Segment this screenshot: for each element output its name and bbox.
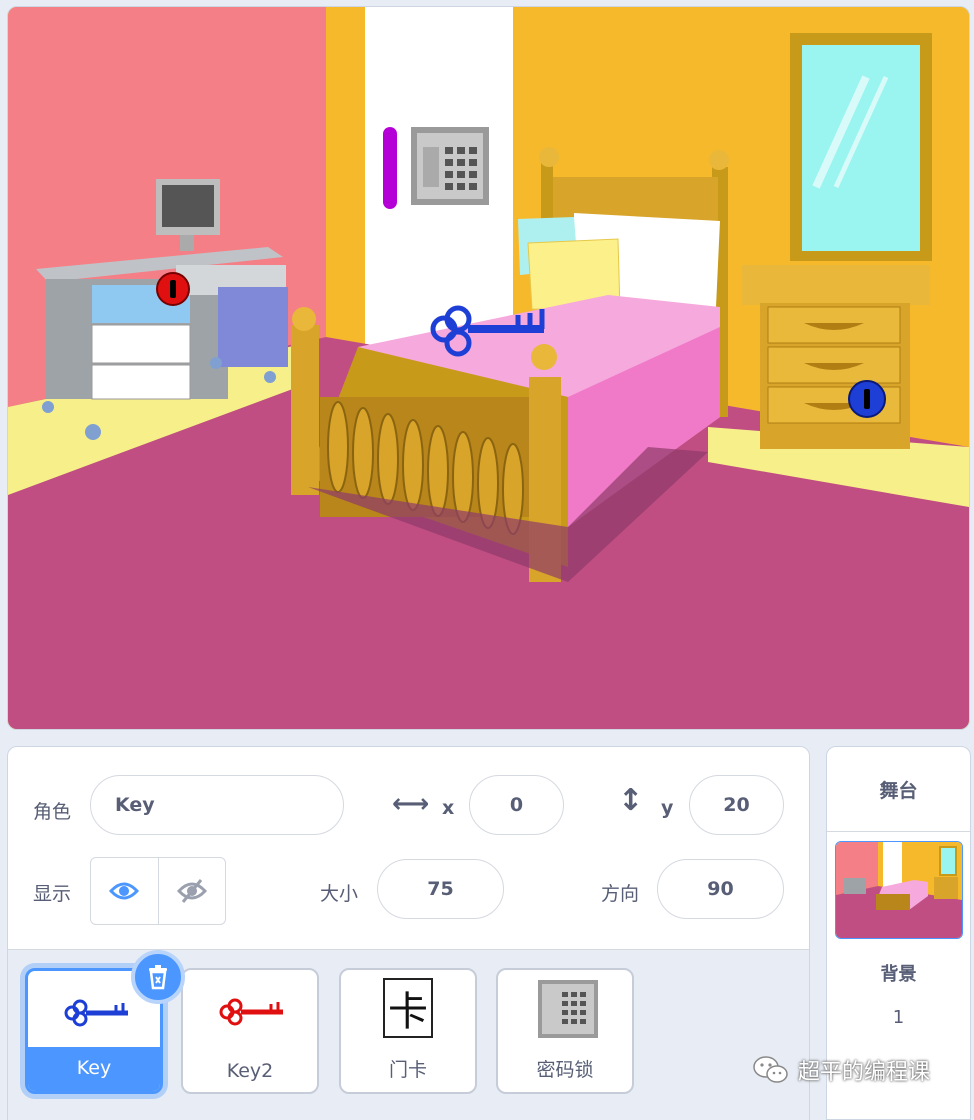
backdrop-count: 1 [892, 1007, 905, 1028]
y-input[interactable]: 20 [689, 775, 784, 835]
wechat-icon [753, 1056, 788, 1083]
stage-title: 舞台 [827, 747, 970, 832]
show-button[interactable] [91, 858, 158, 924]
direction-label: 方向 [601, 883, 640, 905]
sprite-name-input[interactable]: Key [90, 775, 344, 835]
blue-lock-sprite[interactable] [848, 380, 886, 418]
direction-input[interactable]: 90 [657, 859, 784, 919]
sprite-tile-name: 密码锁 [536, 1059, 594, 1081]
show-label: 显示 [33, 883, 72, 905]
keypad-thumbnail [538, 980, 598, 1038]
size-input[interactable]: 75 [377, 859, 504, 919]
sprite-tile-name: Key2 [226, 1060, 274, 1082]
card-glyph: 卡 [383, 978, 433, 1038]
stage-canvas[interactable] [7, 6, 970, 730]
sprite-name-label: 角色 [33, 801, 72, 823]
eye-icon [109, 882, 140, 900]
x-input[interactable]: 0 [469, 775, 564, 835]
sprite-tile-key2[interactable]: Key2 [181, 968, 319, 1094]
sprite-list: Key Key2 卡 门卡 密码锁 [8, 949, 809, 1120]
red-lock-sprite[interactable] [156, 272, 190, 306]
x-label: x [442, 797, 455, 819]
sprite-tile-keypad[interactable]: 密码锁 [496, 968, 634, 1094]
size-label: 大小 [320, 883, 359, 905]
sprite-info-panel: 角色 Key ⟷ x 0 ↕ y 20 显示 大小 75 方向 90 Key K… [7, 746, 810, 1120]
backdrop-thumbnail[interactable] [835, 841, 963, 939]
arrows-horizontal-icon: ⟷ [392, 789, 430, 819]
sprite-tile-name: Key [28, 1047, 160, 1091]
arrows-vertical-icon: ↕ [618, 783, 644, 818]
watermark: 超平的编程课 [752, 1054, 930, 1086]
sprite-tile-name: 门卡 [388, 1059, 427, 1081]
trash-icon [149, 965, 167, 990]
red-key-thumbnail [219, 998, 283, 1026]
watermark-text: 超平的编程课 [798, 1060, 931, 1085]
visibility-toggle [90, 857, 226, 925]
y-label: y [661, 797, 674, 819]
delete-sprite-button[interactable] [131, 950, 185, 1004]
eye-off-icon [176, 879, 207, 903]
keypad-lock-sprite[interactable] [411, 127, 489, 205]
hide-button[interactable] [157, 858, 226, 924]
backdrop-label: 背景 [880, 964, 917, 985]
sprite-tile-door-card[interactable]: 卡 门卡 [339, 968, 477, 1094]
